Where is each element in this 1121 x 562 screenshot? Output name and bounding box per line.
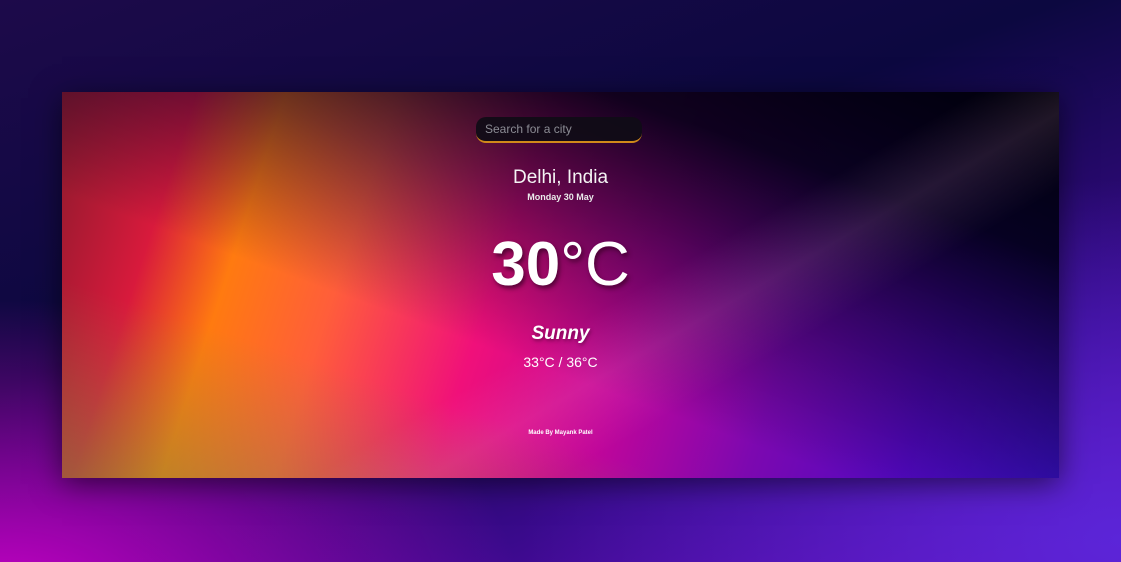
current-temperature: 30°C xyxy=(62,230,1059,300)
footer-credit: Made By Mayank Patel xyxy=(528,430,593,436)
temperature-unit: °C xyxy=(560,230,630,299)
weather-card: Delhi, India Monday 30 May 30°C Sunny 33… xyxy=(62,92,1059,478)
search-box[interactable] xyxy=(476,117,642,143)
date-label: Monday 30 May xyxy=(527,192,594,202)
weather-condition: Sunny xyxy=(531,323,590,344)
city-name: Delhi, India xyxy=(512,167,609,188)
weather-content: Delhi, India Monday 30 May 30°C Sunny 33… xyxy=(62,92,1059,478)
temperature-value: 30 xyxy=(491,230,561,299)
search-input[interactable] xyxy=(476,117,642,141)
temperature-range: 33°C / 36°C xyxy=(523,354,598,370)
